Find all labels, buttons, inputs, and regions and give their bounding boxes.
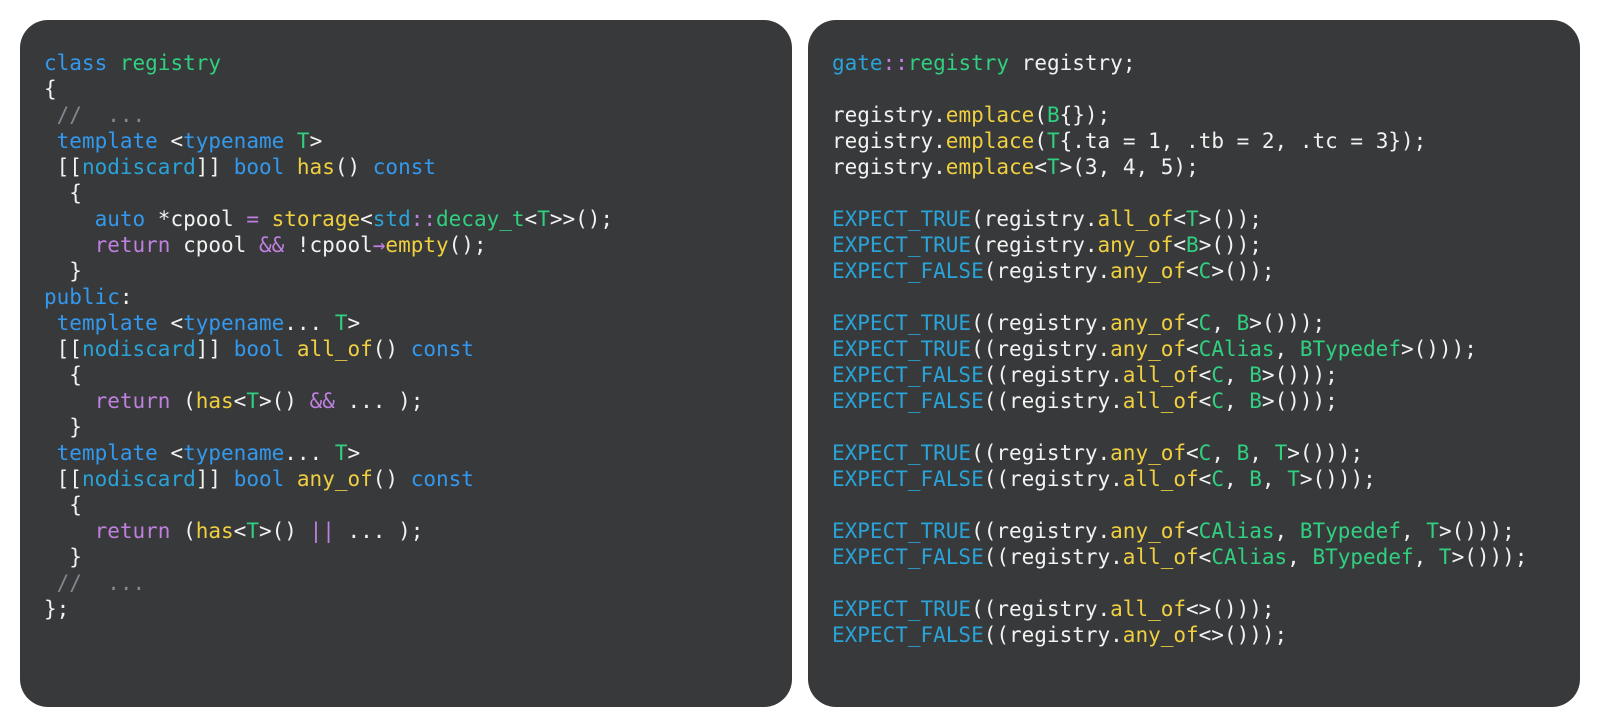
class-end: }; [44, 597, 69, 621]
fn-has: has [284, 155, 335, 179]
var-registry: registry; [1009, 51, 1135, 75]
class-name: registry [120, 51, 221, 75]
op-or: || [310, 519, 335, 543]
right-code: gate::registry registry; registry.emplac… [832, 50, 1556, 648]
macro-expect-true: EXPECT_TRUE [832, 207, 971, 231]
fn-storage: storage [259, 207, 360, 231]
kw-class: class [44, 51, 107, 75]
kw-typename: typename [183, 129, 284, 153]
op-and: && [259, 233, 284, 257]
left-code: class registry { // ... template <typena… [44, 50, 768, 622]
type-decay-t: decay_t [436, 207, 525, 231]
fn-any-of: any_of [284, 467, 373, 491]
kw-return: return [95, 233, 171, 257]
op-arrow: → [373, 233, 386, 257]
type-registry: registry [908, 51, 1009, 75]
op-and: && [310, 389, 335, 413]
macro-expect-false: EXPECT_FALSE [832, 259, 984, 283]
kw-template: template [57, 129, 158, 153]
fn-empty: empty [385, 233, 448, 257]
brace: { [44, 77, 57, 101]
fn-all-of: all_of [284, 337, 373, 361]
kw-public: public [44, 285, 120, 309]
attr-nodiscard: nodiscard [82, 155, 196, 179]
right-code-panel: gate::registry registry; registry.emplac… [808, 20, 1580, 707]
kw-auto: auto [95, 207, 146, 231]
code-panels: class registry { // ... template <typena… [0, 0, 1600, 727]
ns-gate: gate [832, 51, 883, 75]
left-code-panel: class registry { // ... template <typena… [20, 20, 792, 707]
fn-emplace: emplace [946, 103, 1035, 127]
comment: // ... [57, 103, 146, 127]
